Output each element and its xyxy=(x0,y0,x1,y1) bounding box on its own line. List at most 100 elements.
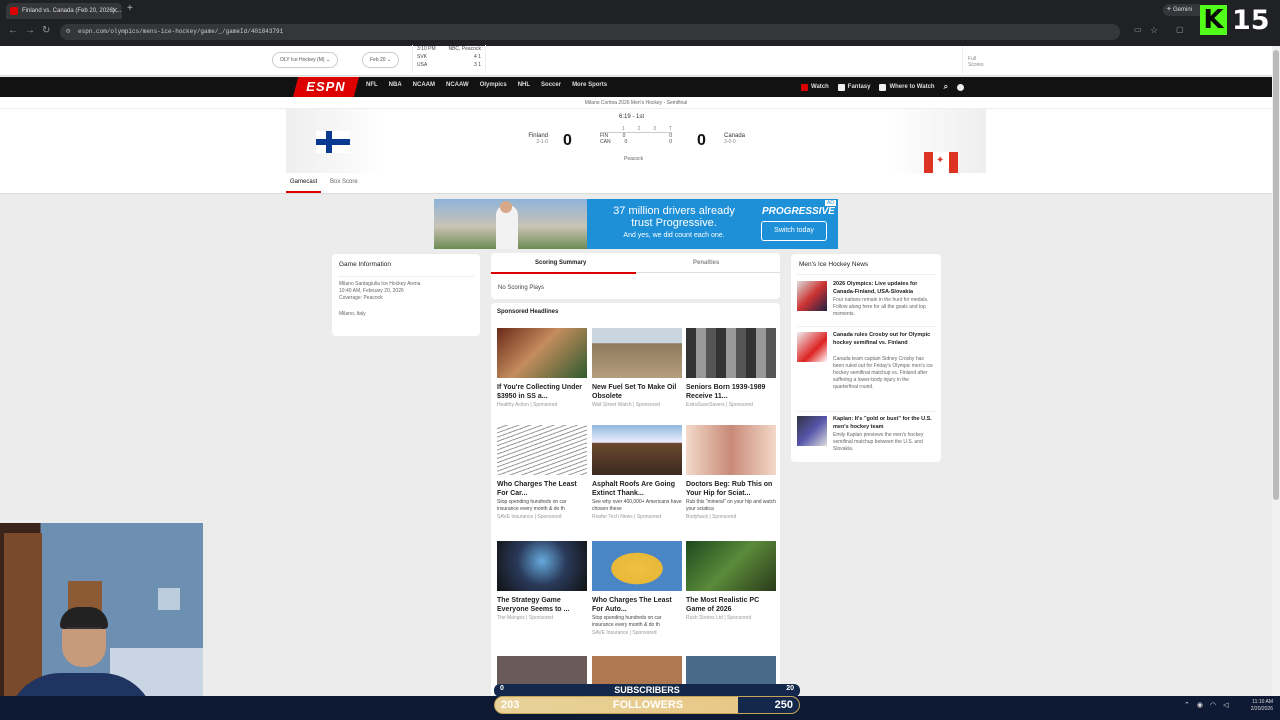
headline-source: Rush Stories Ltd | Sponsored xyxy=(686,615,752,621)
sport-nav: NFL NBA NCAAM NCAAW Olympics NHL Soccer … xyxy=(366,82,607,88)
gemini-label: Gemini xyxy=(1173,7,1193,13)
back-icon[interactable]: ← xyxy=(8,25,18,36)
search-icon[interactable]: ⌕ xyxy=(944,82,948,92)
reload-icon[interactable]: ↻ xyxy=(42,25,50,36)
espn-navbar xyxy=(0,77,1272,97)
mini-team-abbr: SVK xyxy=(417,54,428,60)
sponsored-tile[interactable]: Asphalt Roofs Are Going Extinct Thank...… xyxy=(592,425,682,520)
cast-icon[interactable]: ▭ xyxy=(1134,25,1142,34)
tab-penalties[interactable]: Penalties xyxy=(693,260,719,266)
game-subtitle: Milano Cortina 2026 Men's Hockey - Semif… xyxy=(0,97,1272,109)
url-text: espn.com/olympics/mens-ice-hockey/game/_… xyxy=(78,28,284,35)
clock-time: 11:10 AM xyxy=(1252,699,1273,705)
extensions-icon[interactable]: ▢ xyxy=(1176,25,1184,34)
profile-icon[interactable] xyxy=(957,82,965,92)
watch-link[interactable]: Watch xyxy=(801,82,829,92)
volume-icon[interactable]: ◁ xyxy=(1223,701,1228,709)
nav-item-more-sports[interactable]: More Sports xyxy=(572,82,607,88)
overlay-counter: 15 xyxy=(1232,5,1270,36)
taskbar-clock[interactable]: 11:10 AM 2/20/2026 xyxy=(1241,699,1273,713)
mini-team-score: 3 1 xyxy=(474,62,481,68)
site-info-icon[interactable]: ⚙ xyxy=(66,27,70,36)
full-scores-link[interactable]: Full Scores xyxy=(962,46,984,74)
nav-item-ncaaw[interactable]: NCAAW xyxy=(446,82,469,88)
broadcast-network: Peacock xyxy=(624,156,644,162)
sponsored-tile[interactable]: The Most Realistic PC Game of 2026 Rush … xyxy=(686,541,776,621)
fantasy-link[interactable]: Fantasy xyxy=(837,82,871,92)
wifi-icon[interactable]: ◠ xyxy=(1210,701,1216,709)
headline-title: Asphalt Roofs Are Going Extinct Thank... xyxy=(592,481,675,497)
subs-label: SUBSCRIBERS xyxy=(614,685,680,695)
headline-title: Who Charges The Least For Car... xyxy=(497,481,577,497)
where-to-watch-link[interactable]: Where to Watch xyxy=(879,82,935,92)
venue: Milano Santagiulia Ice Hockey Arena xyxy=(339,281,421,287)
address-bar[interactable]: ⚙ espn.com/olympics/mens-ice-hockey/game… xyxy=(60,24,1120,40)
divider xyxy=(338,276,474,277)
nav-item-nfl[interactable]: NFL xyxy=(366,82,378,88)
tab-box-score[interactable]: Box Score xyxy=(330,179,358,185)
sponsored-tile[interactable]: If You're Collecting Under $3950 in SS a… xyxy=(497,328,587,408)
sponsored-tile[interactable]: Seniors Born 1939-1989 Receive 11... Ext… xyxy=(686,328,776,408)
tab-gamecast[interactable]: Gamecast xyxy=(285,179,322,193)
mini-team-abbr: USA xyxy=(417,62,428,68)
forward-icon[interactable]: → xyxy=(25,25,35,36)
ad-cta-button[interactable]: Switch today xyxy=(761,221,827,241)
tab-scoring-summary[interactable]: Scoring Summary xyxy=(490,260,637,274)
linescore-team: CAN xyxy=(600,139,611,145)
finland-flag-icon[interactable] xyxy=(316,131,350,153)
no-scoring-plays: No Scoring Plays xyxy=(498,285,545,291)
league-select[interactable]: OLY Ice Hockey (M) ⌄ xyxy=(272,52,339,68)
clock-date: 2/20/2026 xyxy=(1250,706,1273,712)
period-linescore: 1 2 3 T FIN 0 0 CAN 0 0 xyxy=(600,126,672,145)
headline-title: New Fuel Set To Make Oil Obsolete xyxy=(592,384,677,400)
headline-image xyxy=(686,541,776,591)
scrollbar-thumb[interactable] xyxy=(1273,50,1279,500)
nav-item-olympics[interactable]: Olympics xyxy=(480,82,507,88)
mini-scoreboard[interactable]: 3:10 PM NBC, Peacock SVK 4 1 USA 3 1 xyxy=(412,45,486,73)
ad-choices-icon[interactable]: AD xyxy=(825,200,836,206)
date-select-label: Feb 20 xyxy=(370,57,386,63)
news-desc: Emily Kaplan previews the men's hockey s… xyxy=(833,432,924,452)
canada-flag-icon[interactable] xyxy=(924,152,958,174)
followers-goal-bar: 203 FOLLOWERS 250 xyxy=(494,696,800,714)
bookmark-star-icon[interactable]: ☆ xyxy=(1150,25,1158,36)
gemini-button[interactable]: ✦ Gemini xyxy=(1163,4,1203,16)
sponsored-tile[interactable]: The Strategy Game Everyone Seems to ... … xyxy=(497,541,587,621)
sponsored-tile[interactable]: New Fuel Set To Make Oil Obsolete Wall S… xyxy=(592,328,682,408)
tray-app-icon[interactable]: ◉ xyxy=(1197,701,1203,709)
news-title: Kaplan: It's "gold or bust" for the U.S.… xyxy=(833,416,932,430)
period-header: T xyxy=(668,126,672,132)
sponsored-tile[interactable]: Who Charges The Least For Car... Stop sp… xyxy=(497,425,587,520)
nav-item-ncaam[interactable]: NCAAM xyxy=(413,82,435,88)
progressive-ad[interactable]: 37 million drivers already trust Progres… xyxy=(434,199,838,249)
headline-source: SAVE Insurance | Sponsored xyxy=(592,630,657,636)
where-to-watch-label: Where to Watch xyxy=(889,84,935,90)
headline-image xyxy=(497,328,587,378)
streamer-hair xyxy=(60,607,108,629)
headline-image xyxy=(686,328,776,378)
nav-item-soccer[interactable]: Soccer xyxy=(541,82,561,88)
sponsored-tile[interactable]: Doctors Beg: Rub This on Your Hip for Sc… xyxy=(686,425,776,520)
nav-item-nba[interactable]: NBA xyxy=(389,82,402,88)
news-thumbnail xyxy=(797,332,827,362)
nav-item-nhl[interactable]: NHL xyxy=(518,82,530,88)
tray-chevron-icon[interactable]: ⌃ xyxy=(1184,701,1190,709)
headline-title: The Strategy Game Everyone Seems to ... xyxy=(497,597,570,613)
mini-team-score: 4 1 xyxy=(474,54,481,60)
date-select[interactable]: Feb 20 ⌄ xyxy=(362,52,400,68)
headline-image xyxy=(686,425,776,475)
webcam-overlay xyxy=(0,523,203,720)
news-desc: Canada team captain Sidney Crosby has be… xyxy=(833,356,933,390)
kick-logo-icon: K xyxy=(1200,5,1227,35)
sponsored-tile[interactable]: Who Charges The Least For Auto... Stop s… xyxy=(592,541,682,636)
linescore-cell: 0 xyxy=(669,139,672,145)
headline-source: ExtraSaveSavers | Sponsored xyxy=(686,402,753,408)
summary-tabs: Scoring Summary Penalties xyxy=(490,253,780,274)
home-team-info[interactable]: Finland 2-1-0 xyxy=(510,133,548,145)
espn-logo[interactable]: ESPN xyxy=(293,77,359,97)
browser-tab[interactable]: Finland vs. Canada (Feb 20, 2026) ... ✕ xyxy=(6,3,122,19)
away-team-info[interactable]: Canada 3-0-0 xyxy=(724,133,764,145)
fantasy-label: Fantasy xyxy=(847,84,871,90)
close-tab-icon[interactable]: ✕ xyxy=(111,6,118,15)
new-tab-icon[interactable]: + xyxy=(127,3,133,14)
